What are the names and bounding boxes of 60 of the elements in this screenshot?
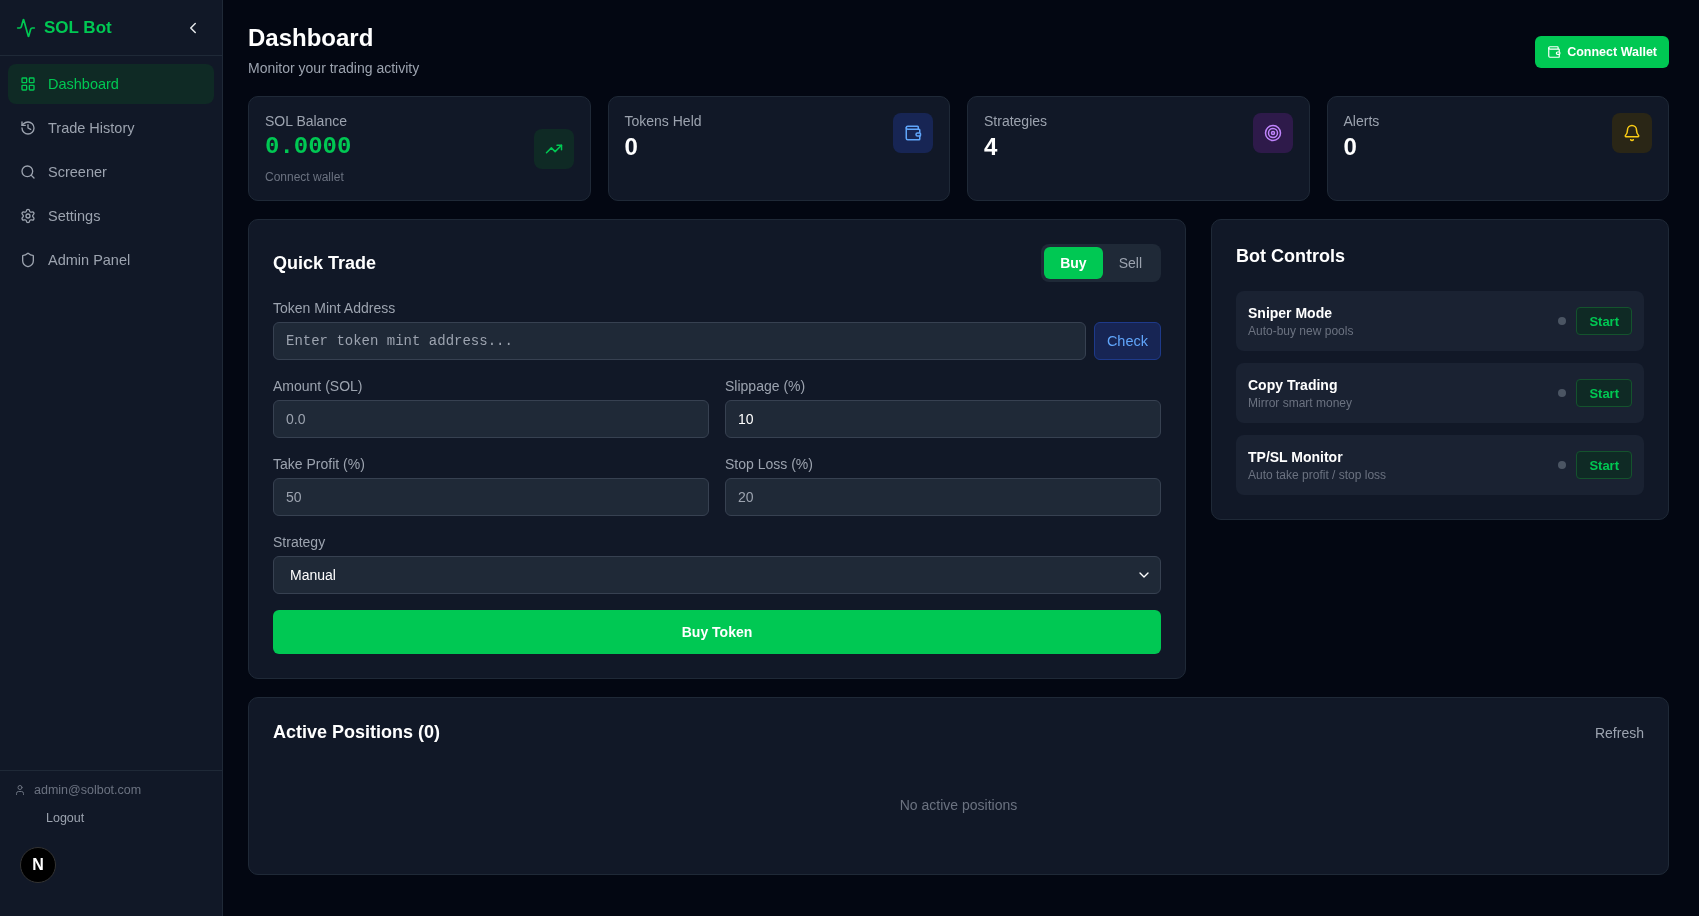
- panel-title: Bot Controls: [1236, 246, 1346, 267]
- field-label: Take Profit (%): [273, 456, 366, 472]
- stat-label: SOL Balance: [265, 113, 348, 129]
- stat-value: 0: [624, 133, 639, 161]
- field-label: Amount (SOL): [273, 378, 364, 394]
- logout-link[interactable]: Logout: [14, 811, 208, 825]
- input-field[interactable]: 10: [725, 400, 1161, 438]
- input-field[interactable]: Enter token mint address...: [273, 322, 1086, 360]
- field-label: Slippage (%): [725, 378, 807, 394]
- shield-icon: [20, 252, 36, 268]
- bot-description: Mirror smart money: [1248, 395, 1352, 410]
- start-button[interactable]: Start: [1576, 379, 1632, 407]
- grid-icon: [20, 76, 36, 92]
- mode-tab[interactable]: Sell: [1102, 247, 1158, 279]
- bot-name: Copy Trading: [1248, 376, 1339, 393]
- wallet-icon: [893, 113, 933, 153]
- bell-icon: [1612, 113, 1652, 153]
- bot-description: Auto-buy new pools: [1248, 323, 1354, 338]
- strategy-select[interactable]: Manual: [273, 556, 1161, 594]
- input-field[interactable]: 20: [725, 478, 1161, 516]
- user-icon: [14, 784, 26, 796]
- stat-value: 0: [1343, 133, 1358, 161]
- history-icon: [20, 120, 36, 136]
- stat-value: 4: [984, 133, 999, 161]
- dev-badge[interactable]: N: [20, 847, 56, 883]
- stat-label: Strategies: [984, 113, 1048, 129]
- refresh-link[interactable]: Refresh: [1594, 724, 1644, 741]
- brand-name: SOL Bot: [44, 17, 112, 38]
- check-button[interactable]: Check: [1093, 322, 1161, 360]
- input-field[interactable]: 0.0: [273, 400, 709, 438]
- stat-note: Connect wallet: [265, 170, 345, 184]
- start-button[interactable]: Start: [1576, 307, 1632, 335]
- panel-title: Quick Trade: [273, 252, 377, 274]
- sidebar-item[interactable]: Admin Panel: [8, 240, 214, 280]
- stat-value: 0.0000: [265, 133, 352, 160]
- target-icon: [1252, 113, 1293, 153]
- sidebar-item[interactable]: Trade History: [8, 108, 214, 148]
- page-subtitle: Monitor your trading activity: [248, 60, 420, 76]
- panel-title: Active Positions (0): [273, 722, 441, 743]
- search-icon: [20, 164, 36, 180]
- stat-label: Tokens Held: [624, 113, 702, 129]
- sidebar-item[interactable]: Settings: [8, 196, 214, 236]
- trending-up-icon: [533, 129, 574, 169]
- empty-message: No active positions: [899, 796, 1018, 813]
- pulse-icon: [16, 17, 36, 38]
- field-label: Stop Loss (%): [725, 456, 814, 472]
- sidebar-item[interactable]: Dashboard: [8, 64, 214, 104]
- input-field[interactable]: 50: [273, 478, 709, 516]
- stat-label: Alerts: [1343, 113, 1380, 129]
- wallet-icon: [1547, 45, 1562, 59]
- page-title: Dashboard: [248, 24, 375, 52]
- user-email: admin@solbot.com: [34, 783, 142, 797]
- bot-name: Sniper Mode: [1248, 304, 1333, 321]
- field-label: Token Mint Address: [273, 300, 397, 316]
- field-label: Strategy: [273, 534, 327, 550]
- bot-description: Auto take profit / stop loss: [1248, 467, 1387, 482]
- start-button[interactable]: Start: [1576, 451, 1632, 479]
- settings-icon: [20, 208, 36, 224]
- bot-name: TP/SL Monitor: [1248, 448, 1344, 465]
- sidebar-item[interactable]: Screener: [8, 152, 214, 192]
